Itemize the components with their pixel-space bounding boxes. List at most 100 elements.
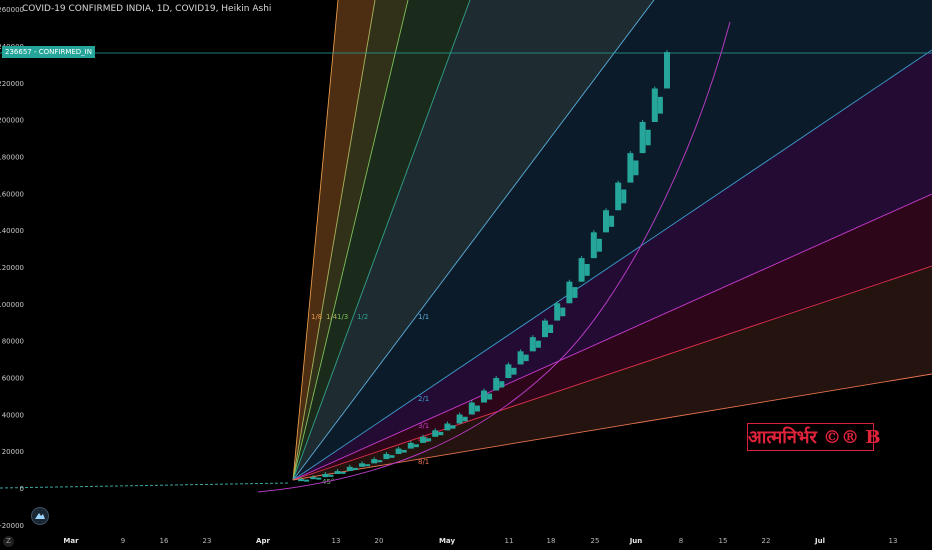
y-tick-label: 40000 (2, 411, 24, 419)
candle (413, 444, 419, 448)
candle (603, 210, 609, 233)
y-tick-label: 260000 (0, 6, 24, 14)
candle (462, 416, 468, 422)
tradingview-logo-icon[interactable] (31, 507, 49, 525)
candle (420, 436, 426, 443)
candle (474, 405, 480, 412)
x-tick-label: Apr (256, 537, 270, 545)
x-tick-label: 13 (889, 537, 898, 545)
last-price-value: 236657 (5, 48, 32, 56)
y-tick-label: -20000 (0, 522, 24, 530)
x-tick-label: 23 (203, 537, 212, 545)
x-tick-label: 20 (375, 537, 384, 545)
x-tick-label: 22 (762, 537, 771, 545)
candle (401, 449, 407, 453)
candle (535, 340, 541, 348)
fan-label: 1/2 (357, 313, 368, 321)
candle (450, 425, 456, 429)
candle (548, 324, 554, 333)
x-tick-label: Mar (63, 537, 79, 545)
candle (298, 479, 304, 482)
y-tick-label: 100000 (0, 301, 24, 309)
candle (444, 423, 451, 431)
candle (432, 430, 439, 437)
x-tick-label: Jun (629, 537, 643, 545)
fan-label: 2/1 (418, 395, 429, 403)
y-tick-label: 200000 (0, 117, 24, 125)
candle (371, 459, 378, 464)
y-tick-label: 20000 (2, 448, 24, 456)
fan-label: 1/8 (311, 313, 322, 321)
y-tick-label: 140000 (0, 227, 24, 235)
y-tick-label: 0 (20, 485, 24, 493)
candle (578, 258, 585, 282)
x-tick-label: 18 (547, 537, 556, 545)
candle (310, 477, 317, 480)
chart-window: 1/81/41/31/21/12/13/14/18/145°2600002400… (0, 0, 932, 550)
candle (584, 264, 590, 276)
y-tick-label: 220000 (0, 80, 24, 88)
y-tick-label: 120000 (0, 264, 24, 272)
x-tick-label: May (439, 537, 455, 545)
x-tick-label: 16 (160, 537, 169, 545)
candle (322, 474, 329, 478)
candle (572, 287, 578, 298)
candle (456, 414, 463, 424)
candle (352, 467, 358, 470)
y-tick-label: 160000 (0, 190, 24, 198)
candle (328, 474, 334, 477)
candle (596, 238, 602, 252)
candle (664, 52, 670, 89)
x-tick-label: 9 (121, 537, 125, 545)
y-tick-label: 60000 (2, 374, 24, 382)
last-price-label: CONFIRMED_IN (38, 48, 92, 56)
candle (334, 471, 341, 475)
candle (615, 182, 622, 211)
candle (529, 337, 536, 352)
candle (395, 448, 402, 454)
candle (621, 189, 627, 204)
y-tick-label: 80000 (2, 338, 24, 346)
candle (645, 129, 651, 146)
chart-title: COVID-19 CONFIRMED INDIA, 1D, COVID19, H… (22, 4, 272, 14)
candle (609, 215, 615, 227)
y-tick-label: 180000 (0, 153, 24, 161)
x-tick-label: 8 (679, 537, 683, 545)
candle (523, 354, 529, 362)
candle (505, 364, 512, 379)
candle (438, 431, 444, 436)
candle (377, 460, 383, 463)
fan-label: 1/1 (418, 313, 429, 321)
zoom-reset-button[interactable]: Z (3, 536, 14, 547)
candle (542, 320, 548, 338)
candle (627, 153, 634, 183)
candle (639, 121, 646, 154)
candle (493, 378, 500, 391)
x-tick-label: 13 (332, 537, 341, 545)
watermark-badge: आत्मनिर्भर ©® B (747, 423, 881, 451)
candle (468, 402, 475, 415)
candle (316, 477, 322, 480)
candle (389, 455, 395, 458)
fan-label: 3/1 (418, 422, 429, 430)
fan-label: 8/1 (418, 458, 429, 466)
candle (560, 307, 566, 317)
candle (554, 303, 561, 321)
candle (426, 438, 432, 442)
last-price-tag: 236657 - CONFIRMED_IN (2, 46, 95, 58)
candle (517, 351, 524, 365)
x-tick-label: 15 (719, 537, 728, 545)
candle (346, 466, 353, 472)
candle (365, 464, 371, 467)
candle (566, 281, 573, 304)
candle (481, 390, 487, 403)
early-series-line (0, 482, 291, 489)
candle (633, 160, 639, 176)
gann-fan-chart[interactable]: 1/81/41/31/21/12/13/14/18/145°2600002400… (0, 0, 932, 550)
candle (590, 232, 597, 259)
candle (651, 88, 658, 122)
candle (499, 381, 505, 388)
x-tick-label: 25 (591, 537, 600, 545)
candle (340, 471, 346, 474)
candle (383, 453, 390, 460)
